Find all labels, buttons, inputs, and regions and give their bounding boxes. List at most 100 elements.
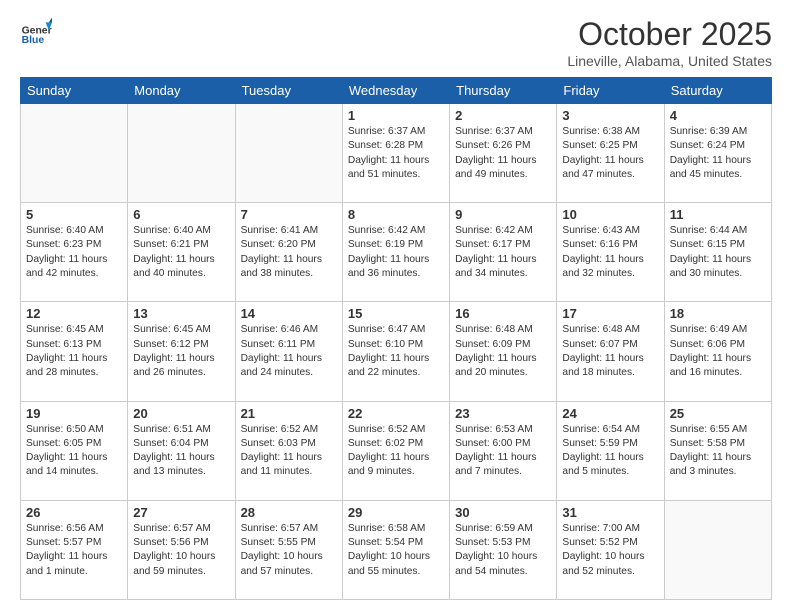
calendar-cell: 31 Sunrise: 7:00 AM Sunset: 5:52 PM Dayli… [557, 500, 664, 599]
day-number: 4 [670, 108, 766, 123]
calendar-cell: 30 Sunrise: 6:59 AM Sunset: 5:53 PM Dayli… [450, 500, 557, 599]
cell-info: Sunrise: 6:58 AM Sunset: 5:54 PM Dayligh… [348, 522, 444, 579]
month-title: October 2025 [567, 16, 772, 53]
cell-info: Sunrise: 6:43 AM Sunset: 6:16 PM Dayligh… [562, 224, 658, 281]
day-number: 11 [670, 207, 766, 222]
cell-info: Sunrise: 6:40 AM Sunset: 6:21 PM Dayligh… [133, 224, 229, 281]
calendar-cell: 2 Sunrise: 6:37 AM Sunset: 6:26 PM Daylig… [450, 104, 557, 203]
cell-info: Sunrise: 6:57 AM Sunset: 5:55 PM Dayligh… [241, 522, 337, 579]
day-number: 29 [348, 505, 444, 520]
calendar-cell: 8Sunrise: 6:42 AM Sunset: 6:19 PM Daylig… [342, 203, 449, 302]
col-header-tuesday: Tuesday [235, 78, 342, 104]
cell-info: Sunrise: 6:37 AM Sunset: 6:28 PM Dayligh… [348, 125, 444, 182]
calendar-cell: 26 Sunrise: 6:56 AM Sunset: 5:57 PM Dayli… [21, 500, 128, 599]
logo: General Blue [20, 16, 52, 48]
cell-info: Sunrise: 6:57 AM Sunset: 5:56 PM Dayligh… [133, 522, 229, 579]
cell-info: Sunrise: 6:55 AM Sunset: 5:58 PM Dayligh… [670, 423, 766, 480]
cell-info: Sunrise: 6:47 AM Sunset: 6:10 PM Dayligh… [348, 323, 444, 380]
day-number: 15 [348, 306, 444, 321]
cell-info: Sunrise: 6:52 AM Sunset: 6:03 PM Dayligh… [241, 423, 337, 480]
calendar-cell: 15 Sunrise: 6:47 AM Sunset: 6:10 PM Dayli… [342, 302, 449, 401]
calendar-cell: 4 Sunrise: 6:39 AM Sunset: 6:24 PM Daylig… [664, 104, 771, 203]
calendar-cell: 10 Sunrise: 6:43 AM Sunset: 6:16 PM Dayli… [557, 203, 664, 302]
calendar-cell: 24 Sunrise: 6:54 AM Sunset: 5:59 PM Dayli… [557, 401, 664, 500]
calendar-cell: 3 Sunrise: 6:38 AM Sunset: 6:25 PM Daylig… [557, 104, 664, 203]
calendar-cell: 1Sunrise: 6:37 AM Sunset: 6:28 PM Daylig… [342, 104, 449, 203]
calendar-cell: 25 Sunrise: 6:55 AM Sunset: 5:58 PM Dayli… [664, 401, 771, 500]
cell-info: Sunrise: 6:50 AM Sunset: 6:05 PM Dayligh… [26, 423, 122, 480]
logo-icon: General Blue [20, 16, 52, 48]
cell-info: Sunrise: 6:42 AM Sunset: 6:17 PM Dayligh… [455, 224, 551, 281]
calendar-cell: 13 Sunrise: 6:45 AM Sunset: 6:12 PM Dayli… [128, 302, 235, 401]
calendar-cell: 5Sunrise: 6:40 AM Sunset: 6:23 PM Daylig… [21, 203, 128, 302]
calendar-cell [664, 500, 771, 599]
day-number: 19 [26, 406, 122, 421]
cell-info: Sunrise: 6:53 AM Sunset: 6:00 PM Dayligh… [455, 423, 551, 480]
calendar-cell: 22Sunrise: 6:52 AM Sunset: 6:02 PM Dayli… [342, 401, 449, 500]
cell-info: Sunrise: 6:41 AM Sunset: 6:20 PM Dayligh… [241, 224, 337, 281]
calendar-cell: 19 Sunrise: 6:50 AM Sunset: 6:05 PM Dayli… [21, 401, 128, 500]
calendar-cell: 7 Sunrise: 6:41 AM Sunset: 6:20 PM Daylig… [235, 203, 342, 302]
day-number: 31 [562, 505, 658, 520]
cell-info: Sunrise: 6:48 AM Sunset: 6:09 PM Dayligh… [455, 323, 551, 380]
calendar-cell: 12 Sunrise: 6:45 AM Sunset: 6:13 PM Dayli… [21, 302, 128, 401]
day-number: 5 [26, 207, 122, 222]
calendar-cell: 23Sunrise: 6:53 AM Sunset: 6:00 PM Dayli… [450, 401, 557, 500]
page-header: General Blue October 2025 Lineville, Ala… [20, 16, 772, 69]
day-number: 8 [348, 207, 444, 222]
day-number: 7 [241, 207, 337, 222]
svg-text:Blue: Blue [22, 35, 45, 46]
day-number: 9 [455, 207, 551, 222]
cell-info: Sunrise: 6:54 AM Sunset: 5:59 PM Dayligh… [562, 423, 658, 480]
cell-info: Sunrise: 6:51 AM Sunset: 6:04 PM Dayligh… [133, 423, 229, 480]
cell-info: Sunrise: 6:37 AM Sunset: 6:26 PM Dayligh… [455, 125, 551, 182]
calendar-cell: 11Sunrise: 6:44 AM Sunset: 6:15 PM Dayli… [664, 203, 771, 302]
col-header-thursday: Thursday [450, 78, 557, 104]
col-header-sunday: Sunday [21, 78, 128, 104]
day-number: 6 [133, 207, 229, 222]
day-number: 25 [670, 406, 766, 421]
cell-info: Sunrise: 6:56 AM Sunset: 5:57 PM Dayligh… [26, 522, 122, 579]
calendar-cell: 6 Sunrise: 6:40 AM Sunset: 6:21 PM Daylig… [128, 203, 235, 302]
day-number: 28 [241, 505, 337, 520]
location: Lineville, Alabama, United States [567, 53, 772, 69]
day-number: 13 [133, 306, 229, 321]
calendar-cell [21, 104, 128, 203]
title-block: October 2025 Lineville, Alabama, United … [567, 16, 772, 69]
cell-info: Sunrise: 6:38 AM Sunset: 6:25 PM Dayligh… [562, 125, 658, 182]
day-number: 30 [455, 505, 551, 520]
day-number: 16 [455, 306, 551, 321]
calendar-cell: 18Sunrise: 6:49 AM Sunset: 6:06 PM Dayli… [664, 302, 771, 401]
cell-info: Sunrise: 6:59 AM Sunset: 5:53 PM Dayligh… [455, 522, 551, 579]
day-number: 24 [562, 406, 658, 421]
calendar-cell: 14 Sunrise: 6:46 AM Sunset: 6:11 PM Dayli… [235, 302, 342, 401]
day-number: 14 [241, 306, 337, 321]
day-number: 2 [455, 108, 551, 123]
cell-info: Sunrise: 6:52 AM Sunset: 6:02 PM Dayligh… [348, 423, 444, 480]
calendar-cell: 21Sunrise: 6:52 AM Sunset: 6:03 PM Dayli… [235, 401, 342, 500]
calendar-cell [235, 104, 342, 203]
day-number: 3 [562, 108, 658, 123]
cell-info: Sunrise: 7:00 AM Sunset: 5:52 PM Dayligh… [562, 522, 658, 579]
calendar-cell: 28 Sunrise: 6:57 AM Sunset: 5:55 PM Dayli… [235, 500, 342, 599]
cell-info: Sunrise: 6:45 AM Sunset: 6:12 PM Dayligh… [133, 323, 229, 380]
day-number: 10 [562, 207, 658, 222]
cell-info: Sunrise: 6:45 AM Sunset: 6:13 PM Dayligh… [26, 323, 122, 380]
calendar-cell: 27Sunrise: 6:57 AM Sunset: 5:56 PM Dayli… [128, 500, 235, 599]
day-number: 12 [26, 306, 122, 321]
calendar-cell: 20 Sunrise: 6:51 AM Sunset: 6:04 PM Dayli… [128, 401, 235, 500]
col-header-wednesday: Wednesday [342, 78, 449, 104]
cell-info: Sunrise: 6:39 AM Sunset: 6:24 PM Dayligh… [670, 125, 766, 182]
day-number: 20 [133, 406, 229, 421]
calendar-cell: 29 Sunrise: 6:58 AM Sunset: 5:54 PM Dayli… [342, 500, 449, 599]
col-header-friday: Friday [557, 78, 664, 104]
cell-info: Sunrise: 6:46 AM Sunset: 6:11 PM Dayligh… [241, 323, 337, 380]
calendar-table: SundayMondayTuesdayWednesdayThursdayFrid… [20, 77, 772, 600]
col-header-saturday: Saturday [664, 78, 771, 104]
day-number: 26 [26, 505, 122, 520]
day-number: 17 [562, 306, 658, 321]
calendar-cell: 16 Sunrise: 6:48 AM Sunset: 6:09 PM Dayli… [450, 302, 557, 401]
cell-info: Sunrise: 6:49 AM Sunset: 6:06 PM Dayligh… [670, 323, 766, 380]
col-header-monday: Monday [128, 78, 235, 104]
calendar-cell [128, 104, 235, 203]
